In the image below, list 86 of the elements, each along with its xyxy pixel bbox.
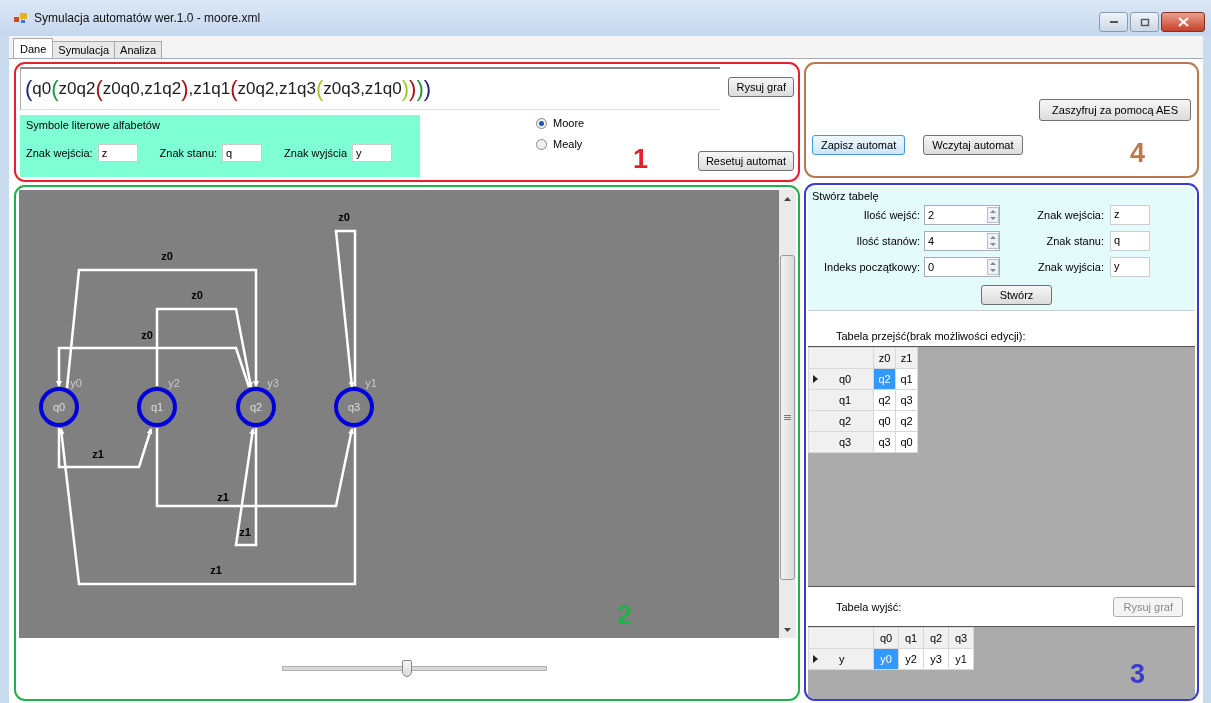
number-spinner[interactable]: 0 <box>924 257 1000 277</box>
radio-button[interactable] <box>536 117 547 129</box>
spin-arrows-icon[interactable] <box>987 207 999 223</box>
output-label: y2 <box>168 377 180 389</box>
save-button[interactable]: Zapisz automat <box>812 135 906 155</box>
app-icon <box>14 12 28 24</box>
state-node <box>236 387 276 427</box>
table-caption: Tabela wyjść: <box>836 600 902 613</box>
row-header[interactable]: q2 <box>808 410 874 432</box>
reset-button[interactable]: Resetuj automat <box>697 151 794 171</box>
state-node <box>39 387 79 427</box>
edge-label: z1 <box>239 526 251 538</box>
text-field[interactable]: z <box>97 144 138 162</box>
text-field[interactable]: z <box>1110 205 1150 225</box>
edge-label: z1 <box>210 564 222 576</box>
field-label: Znak stanu: <box>159 147 218 159</box>
annotation-number: 3 <box>1130 659 1146 690</box>
field-label: Znak wyjścia: <box>1036 261 1105 273</box>
tab[interactable]: Symulacja <box>52 41 116 58</box>
field-label: Znak stanu: <box>1045 235 1105 247</box>
edge-label: z0 <box>191 289 203 301</box>
number-spinner[interactable]: 4 <box>924 231 1000 251</box>
number-spinner[interactable]: 2 <box>924 205 1000 225</box>
maximize-icon[interactable] <box>1139 17 1150 27</box>
radio-button[interactable] <box>536 138 547 150</box>
load-button[interactable]: Wczytaj automat <box>923 135 1023 155</box>
expression-field[interactable]: (q0(z0q2(z0q0,z1q2),z1q1(z0q2,z1q3(z0q3,z1q0)))) <box>20 67 721 110</box>
edge-label: z0 <box>141 329 153 341</box>
window-title: Symulacja automatów wer.1.0 - moore.xml <box>34 11 261 25</box>
text-field[interactable]: y <box>352 144 392 162</box>
state-label: q2 <box>249 401 263 413</box>
edge-label: z1 <box>217 491 229 503</box>
field-label: Znak wejścia: <box>1036 209 1105 221</box>
table-caption: Tabela przejść(brak możliwości edycji): <box>836 330 1026 342</box>
scrollbar[interactable] <box>779 190 796 638</box>
state-node <box>137 387 177 427</box>
output-label: y3 <box>267 377 279 389</box>
slider-thumb[interactable] <box>401 660 412 677</box>
field-label: Znak wyjścia <box>284 147 347 159</box>
state-node <box>334 387 374 427</box>
encrypt-button[interactable]: Zaszyfruj za pomocą AES <box>1039 99 1191 121</box>
minimize-icon[interactable] <box>1108 20 1119 24</box>
close-icon[interactable] <box>1177 17 1189 27</box>
column-header: q3 <box>948 627 974 649</box>
column-header: z1 <box>895 347 918 369</box>
spin-arrows-icon[interactable] <box>987 259 999 275</box>
state-label: q0 <box>52 401 66 413</box>
field-label: Ilość stanów: <box>855 235 921 247</box>
tab[interactable]: Dane <box>13 38 54 58</box>
tab[interactable]: Analiza <box>114 41 163 58</box>
row-header[interactable]: q0 <box>808 368 874 390</box>
group-title: Symbole literowe alfabetów <box>26 119 161 131</box>
scrollbar-thumb[interactable] <box>780 255 795 580</box>
minimize-button[interactable] <box>1099 12 1128 32</box>
row-header[interactable]: y <box>808 648 874 670</box>
row-header[interactable]: q1 <box>808 389 874 411</box>
output-label: y0 <box>70 377 82 389</box>
radio-label[interactable]: Moore <box>553 117 585 129</box>
close-button[interactable] <box>1161 12 1205 32</box>
annotation-number: 2 <box>617 600 633 631</box>
create-button[interactable]: Stwórz <box>980 285 1053 305</box>
text-field[interactable]: y <box>1110 257 1150 277</box>
edge-label: z0 <box>161 250 173 262</box>
row-header[interactable]: q3 <box>808 431 874 453</box>
column-header: z0 <box>873 347 896 369</box>
spin-arrows-icon[interactable] <box>987 233 999 249</box>
radio-label[interactable]: Mealy <box>553 138 583 150</box>
field-label: Ilość wejść: <box>862 209 921 221</box>
field-label: Indeks początkowy: <box>823 261 921 273</box>
annotation-number: 4 <box>1130 138 1146 169</box>
draw-graph-button[interactable]: Rysuj graf <box>728 77 794 97</box>
zoom-slider[interactable] <box>282 660 547 677</box>
text-field[interactable]: q <box>222 144 263 162</box>
field-label: Znak wejścia: <box>26 147 93 159</box>
group-title: Stwórz tabelę <box>812 190 879 202</box>
edge-label: z1 <box>92 448 104 460</box>
state-label: q3 <box>347 401 361 413</box>
column-header: q2 <box>923 627 949 649</box>
column-header: q1 <box>898 627 924 649</box>
output-label: y1 <box>365 377 377 389</box>
state-label: q1 <box>150 401 164 413</box>
maximize-button[interactable] <box>1130 12 1159 32</box>
edge-label: z0 <box>338 211 350 223</box>
annotation-number: 1 <box>633 144 649 175</box>
text-field[interactable]: q <box>1110 231 1150 251</box>
column-header: q0 <box>873 627 899 649</box>
